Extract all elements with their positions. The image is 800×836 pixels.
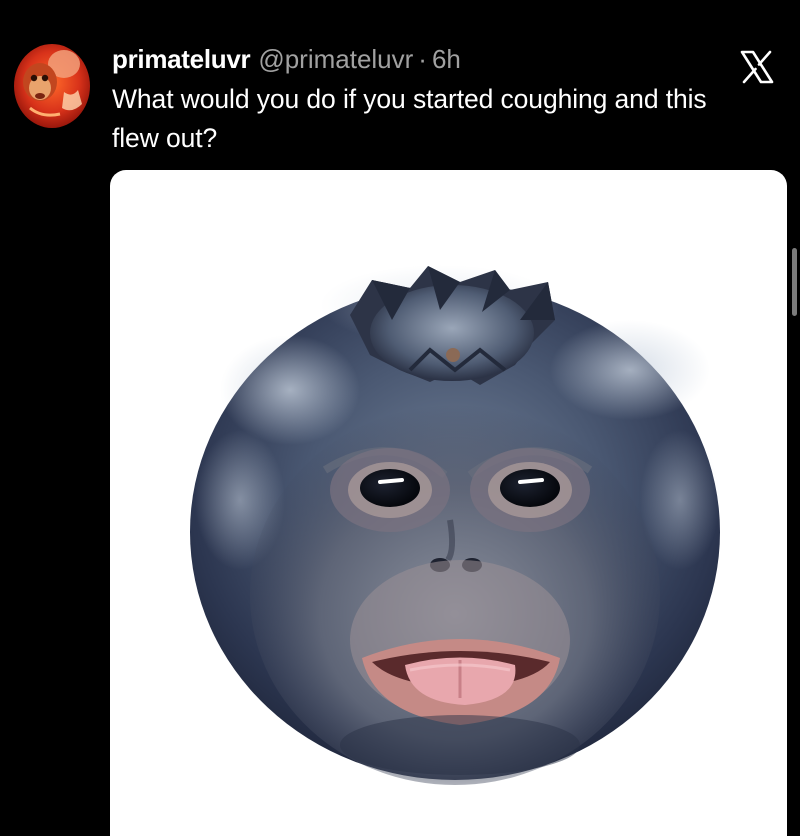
user-avatar[interactable] [12,42,92,130]
tweet-media[interactable] [110,170,787,836]
separator-dot: · [418,44,427,74]
scrollbar[interactable] [792,248,797,316]
display-name[interactable]: primateluvr [112,44,251,75]
monkey-avatar-icon [14,44,90,128]
tweet-age[interactable]: 6h [432,44,461,75]
blueberry-with-monkey-face-image [190,265,720,785]
tweet-text: What would you do if you started coughin… [112,84,707,153]
user-handle[interactable]: @primateluvr [258,44,413,75]
x-logo-icon[interactable] [740,50,774,84]
tweet-header: primateluvr @primateluvr · 6h [112,44,461,74]
